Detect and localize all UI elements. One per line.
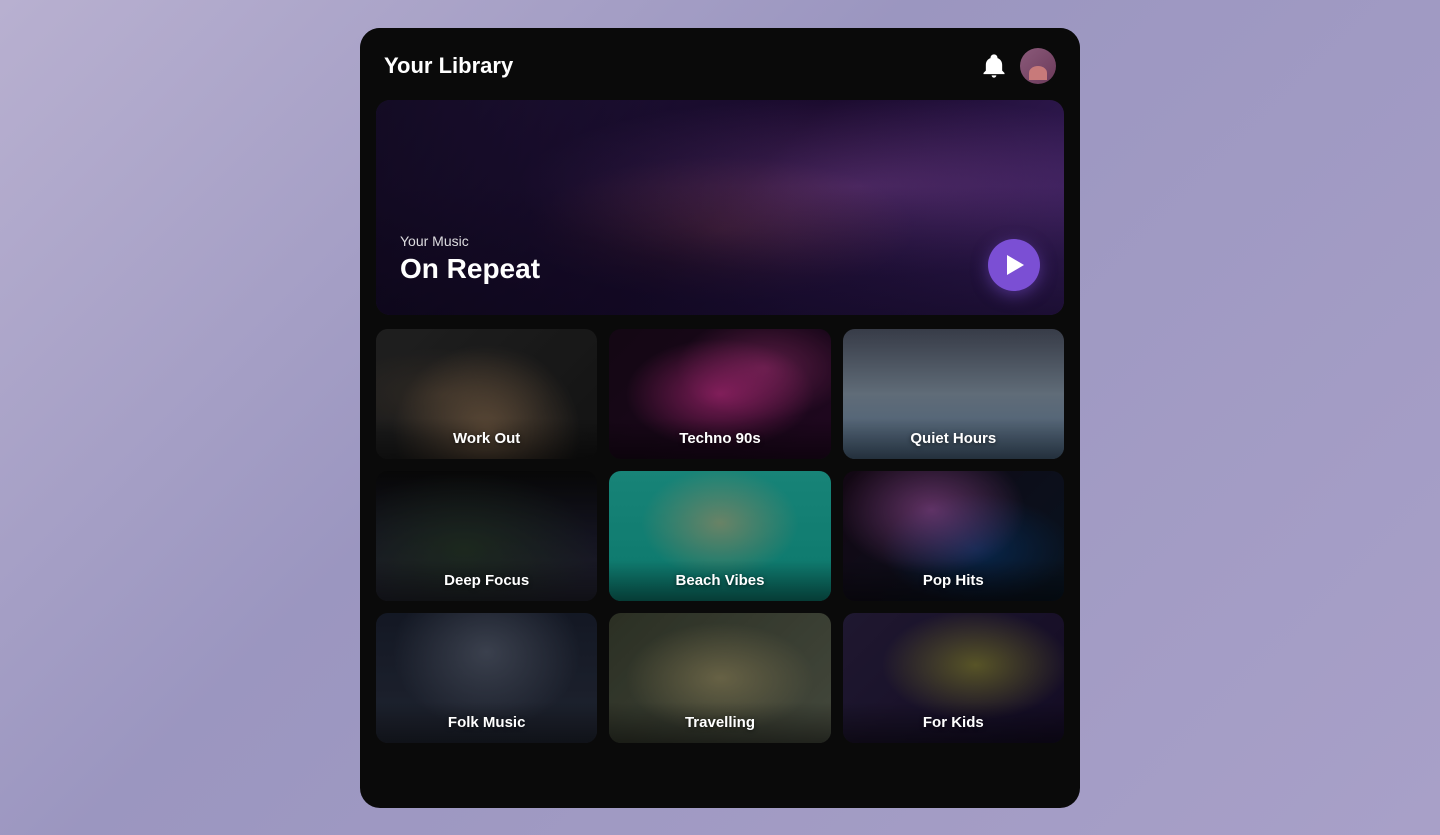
playlist-label-pophits: Pop Hits <box>843 560 1064 601</box>
playlist-item-deepfocus[interactable]: Deep Focus <box>376 471 597 601</box>
playlist-item-travelling[interactable]: Travelling <box>609 613 830 743</box>
hero-title: On Repeat <box>400 253 540 285</box>
playlist-item-folk[interactable]: Folk Music <box>376 613 597 743</box>
header-actions <box>980 48 1056 84</box>
playlist-item-quiet[interactable]: Quiet Hours <box>843 329 1064 459</box>
playlist-label-folk: Folk Music <box>376 702 597 743</box>
playlist-label-travelling: Travelling <box>609 702 830 743</box>
page-title: Your Library <box>384 53 513 79</box>
playlist-label-quiet: Quiet Hours <box>843 418 1064 459</box>
hero-play-button[interactable] <box>988 239 1040 291</box>
avatar[interactable] <box>1020 48 1056 84</box>
playlist-label-forkids: For Kids <box>843 702 1064 743</box>
hero-text: Your Music On Repeat <box>400 233 540 285</box>
playlist-item-pophits[interactable]: Pop Hits <box>843 471 1064 601</box>
hero-subtitle: Your Music <box>400 233 540 249</box>
playlist-item-forkids[interactable]: For Kids <box>843 613 1064 743</box>
header: Your Library <box>360 28 1080 100</box>
playlist-item-workout[interactable]: Work Out <box>376 329 597 459</box>
bottom-spacer <box>376 743 1064 751</box>
app-container: Your Library Your Music On Repeat <box>360 28 1080 808</box>
playlist-label-beach: Beach Vibes <box>609 560 830 601</box>
playlist-label-deepfocus: Deep Focus <box>376 560 597 601</box>
main-content: Your Music On Repeat Work Out Techno 90s <box>360 100 1080 808</box>
playlist-label-techno90s: Techno 90s <box>609 418 830 459</box>
playlist-grid: Work Out Techno 90s Quiet Hours Deep Foc… <box>376 329 1064 743</box>
playlist-item-beach[interactable]: Beach Vibes <box>609 471 830 601</box>
playlist-label-workout: Work Out <box>376 418 597 459</box>
bell-icon[interactable] <box>980 52 1008 80</box>
hero-banner[interactable]: Your Music On Repeat <box>376 100 1064 315</box>
playlist-item-techno90s[interactable]: Techno 90s <box>609 329 830 459</box>
